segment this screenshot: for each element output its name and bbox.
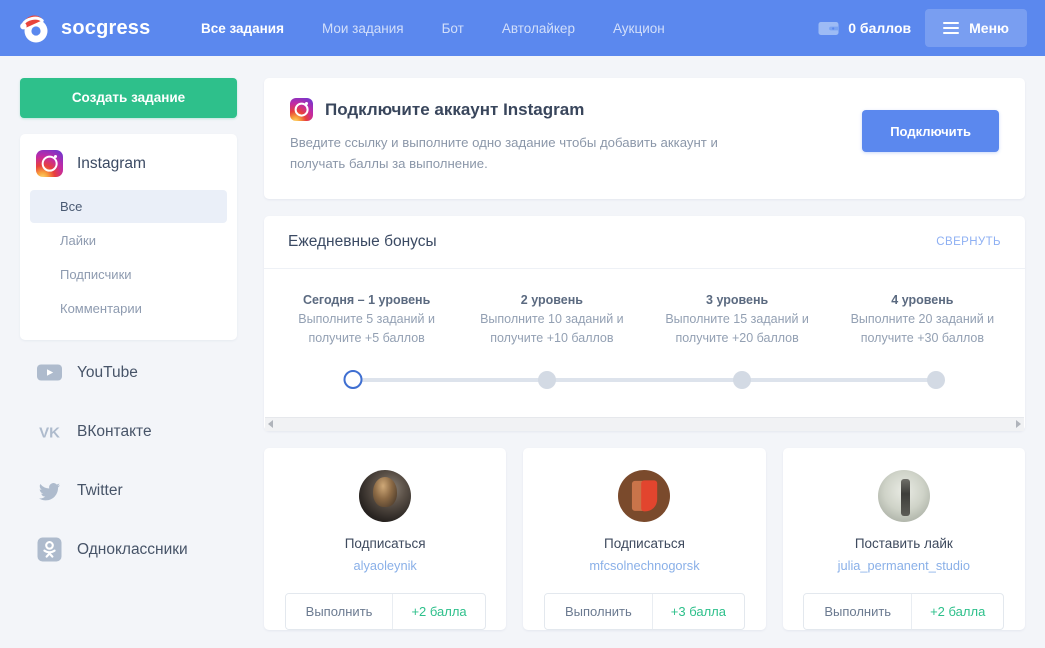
sidebar-item-odnoklassniki[interactable]: Одноклассники	[20, 523, 237, 576]
task-execute-button[interactable]: Выполнить	[545, 593, 652, 629]
task-button-group: Выполнить +3 балла	[544, 592, 745, 630]
sidebar-subitem-comments[interactable]: Комментарии	[30, 292, 227, 325]
connect-button[interactable]: Подключить	[862, 110, 999, 152]
bonus-level-title: 4 уровень	[891, 292, 954, 307]
daily-bonuses-header: Ежедневные бонусы СВЕРНУТЬ	[264, 216, 1025, 269]
twitter-icon	[36, 477, 63, 504]
create-task-button[interactable]: Создать задание	[20, 78, 237, 118]
task-action-label: Подписаться	[344, 535, 426, 551]
sidebar-odnoklassniki-label: Одноклассники	[77, 540, 188, 558]
task-points-badge: +3 балла	[651, 593, 744, 629]
task-execute-button[interactable]: Выполнить	[285, 593, 393, 629]
brand-logo-link[interactable]: socgress	[18, 11, 170, 45]
instagram-icon	[290, 98, 313, 121]
daily-bonuses-body: Сегодня – 1 уровень Выполните 5 заданий …	[264, 269, 1025, 411]
bonus-level-2: 2 уровень Выполните 10 заданий и получит…	[459, 293, 644, 349]
bonus-level-desc: Выполните 20 заданий и получите +30 балл…	[850, 311, 995, 346]
scroll-left-arrow-icon[interactable]	[268, 420, 273, 429]
sidebar-youtube-label: YouTube	[77, 363, 138, 381]
svg-text:VK: VK	[39, 425, 60, 442]
sidebar-subitem-all[interactable]: Все	[30, 190, 227, 223]
task-list: Подписаться alyaoleynik Выполнить +2 бал…	[264, 447, 1025, 630]
bonus-level-desc: Выполните 10 заданий и получите +10 балл…	[480, 311, 624, 346]
instagram-icon	[36, 150, 63, 177]
task-points-badge: +2 балла	[911, 593, 1003, 629]
sidebar-item-vkontakte[interactable]: VK ВКонтакте	[20, 405, 237, 458]
socgress-santa-logo-icon	[18, 11, 52, 45]
vk-icon: VK	[36, 418, 63, 445]
bonus-level-desc: Выполните 5 заданий и получите +5 баллов	[298, 311, 435, 346]
odnoklassniki-icon	[36, 536, 63, 563]
sidebar-twitter-label: Twitter	[77, 481, 123, 499]
bonus-progress-dot-1[interactable]	[343, 369, 363, 389]
bonus-progress-track	[298, 359, 991, 405]
sidebar: Создать задание Instagram Все Лайки Подп…	[20, 78, 237, 630]
sidebar-instagram-label: Instagram	[77, 154, 146, 172]
avatar	[359, 469, 412, 522]
bonus-level-title: 2 уровень	[520, 292, 583, 307]
bonus-level-4: 4 уровень Выполните 20 заданий и получит…	[830, 293, 1015, 349]
bonus-progress-line	[353, 377, 936, 382]
bonus-level-title: Сегодня – 1 уровень	[302, 292, 431, 307]
main-nav: Все задания Мои задания Бот Автолайкер А…	[182, 15, 684, 42]
nav-item-bot[interactable]: Бот	[423, 15, 483, 42]
avatar	[877, 469, 930, 522]
sidebar-vkontakte-label: ВКонтакте	[77, 422, 152, 440]
task-card: Подписаться mfcsolnechnogorsk Выполнить …	[523, 447, 766, 630]
nav-item-all-tasks[interactable]: Все задания	[182, 15, 303, 42]
bonus-level-1: Сегодня – 1 уровень Выполните 5 заданий …	[274, 293, 459, 349]
task-button-group: Выполнить +2 балла	[284, 592, 486, 630]
wallet-icon	[818, 21, 840, 36]
menu-button[interactable]: Меню	[925, 9, 1027, 47]
main-content: Подключите аккаунт Instagram Введите ссы…	[264, 78, 1025, 630]
bonus-progress-dot-2[interactable]	[538, 370, 557, 389]
sidebar-item-youtube[interactable]: YouTube	[20, 346, 237, 399]
task-username-link[interactable]: julia_permanent_studio	[783, 558, 1025, 573]
sidebar-subitem-likes[interactable]: Лайки	[30, 224, 227, 257]
brand-name: socgress	[61, 16, 151, 39]
youtube-icon	[36, 359, 63, 386]
task-card: Подписаться alyaoleynik Выполнить +2 бал…	[264, 447, 507, 630]
nav-item-autoliker[interactable]: Автолайкер	[483, 15, 594, 42]
connect-card-text: Подключите аккаунт Instagram Введите ссы…	[290, 98, 862, 175]
sidebar-item-twitter[interactable]: Twitter	[20, 464, 237, 517]
sidebar-instagram-section: Instagram Все Лайки Подписчики Комментар…	[20, 134, 237, 340]
nav-item-my-tasks[interactable]: Мои задания	[303, 15, 423, 42]
points-balance-label: 0 баллов	[848, 20, 912, 36]
hamburger-icon	[943, 22, 960, 34]
bonus-level-3: 3 уровень Выполните 15 заданий и получит…	[645, 293, 830, 349]
bonus-progress-dot-3[interactable]	[732, 370, 751, 389]
bonus-levels: Сегодня – 1 уровень Выполните 5 заданий …	[274, 293, 1015, 349]
task-username-link[interactable]: mfcsolnechnogorsk	[523, 558, 765, 573]
daily-bonuses-card: Ежедневные бонусы СВЕРНУТЬ Сегодня – 1 у…	[264, 215, 1025, 431]
nav-item-auction[interactable]: Аукцион	[594, 15, 684, 42]
connect-card-title: Подключите аккаунт Instagram	[325, 99, 585, 119]
task-card: Поставить лайк julia_permanent_studio Вы…	[782, 447, 1025, 630]
task-action-label: Поставить лайк	[854, 535, 953, 551]
scroll-right-arrow-icon[interactable]	[1016, 420, 1021, 429]
menu-button-label: Меню	[969, 20, 1009, 36]
bonus-level-title: 3 уровень	[706, 292, 769, 307]
sidebar-item-instagram[interactable]: Instagram	[20, 148, 237, 189]
bonuses-horizontal-scrollbar[interactable]	[265, 416, 1024, 431]
sidebar-subitem-followers[interactable]: Подписчики	[30, 258, 227, 291]
task-points-badge: +2 балла	[392, 593, 484, 629]
connect-card-description: Введите ссылку и выполните одно задание …	[290, 135, 718, 172]
task-action-label: Подписаться	[604, 535, 685, 551]
task-username-link[interactable]: alyaoleynik	[264, 558, 506, 573]
collapse-bonuses-link[interactable]: СВЕРНУТЬ	[936, 236, 1001, 248]
connect-card-title-row: Подключите аккаунт Instagram	[290, 98, 862, 121]
daily-bonuses-title: Ежедневные бонусы	[288, 232, 437, 250]
bonus-progress-dot-4[interactable]	[926, 370, 945, 389]
task-button-group: Выполнить +2 балла	[803, 592, 1005, 630]
avatar	[618, 469, 671, 522]
page-body: Создать задание Instagram Все Лайки Подп…	[0, 56, 1045, 630]
bonus-level-desc: Выполните 15 заданий и получите +20 балл…	[665, 311, 809, 346]
top-header: socgress Все задания Мои задания Бот Авт…	[0, 0, 1045, 56]
header-right: 0 баллов Меню	[818, 9, 1027, 47]
task-execute-button[interactable]: Выполнить	[804, 593, 912, 629]
points-balance[interactable]: 0 баллов	[818, 20, 911, 36]
connect-instagram-card: Подключите аккаунт Instagram Введите ссы…	[264, 78, 1025, 199]
